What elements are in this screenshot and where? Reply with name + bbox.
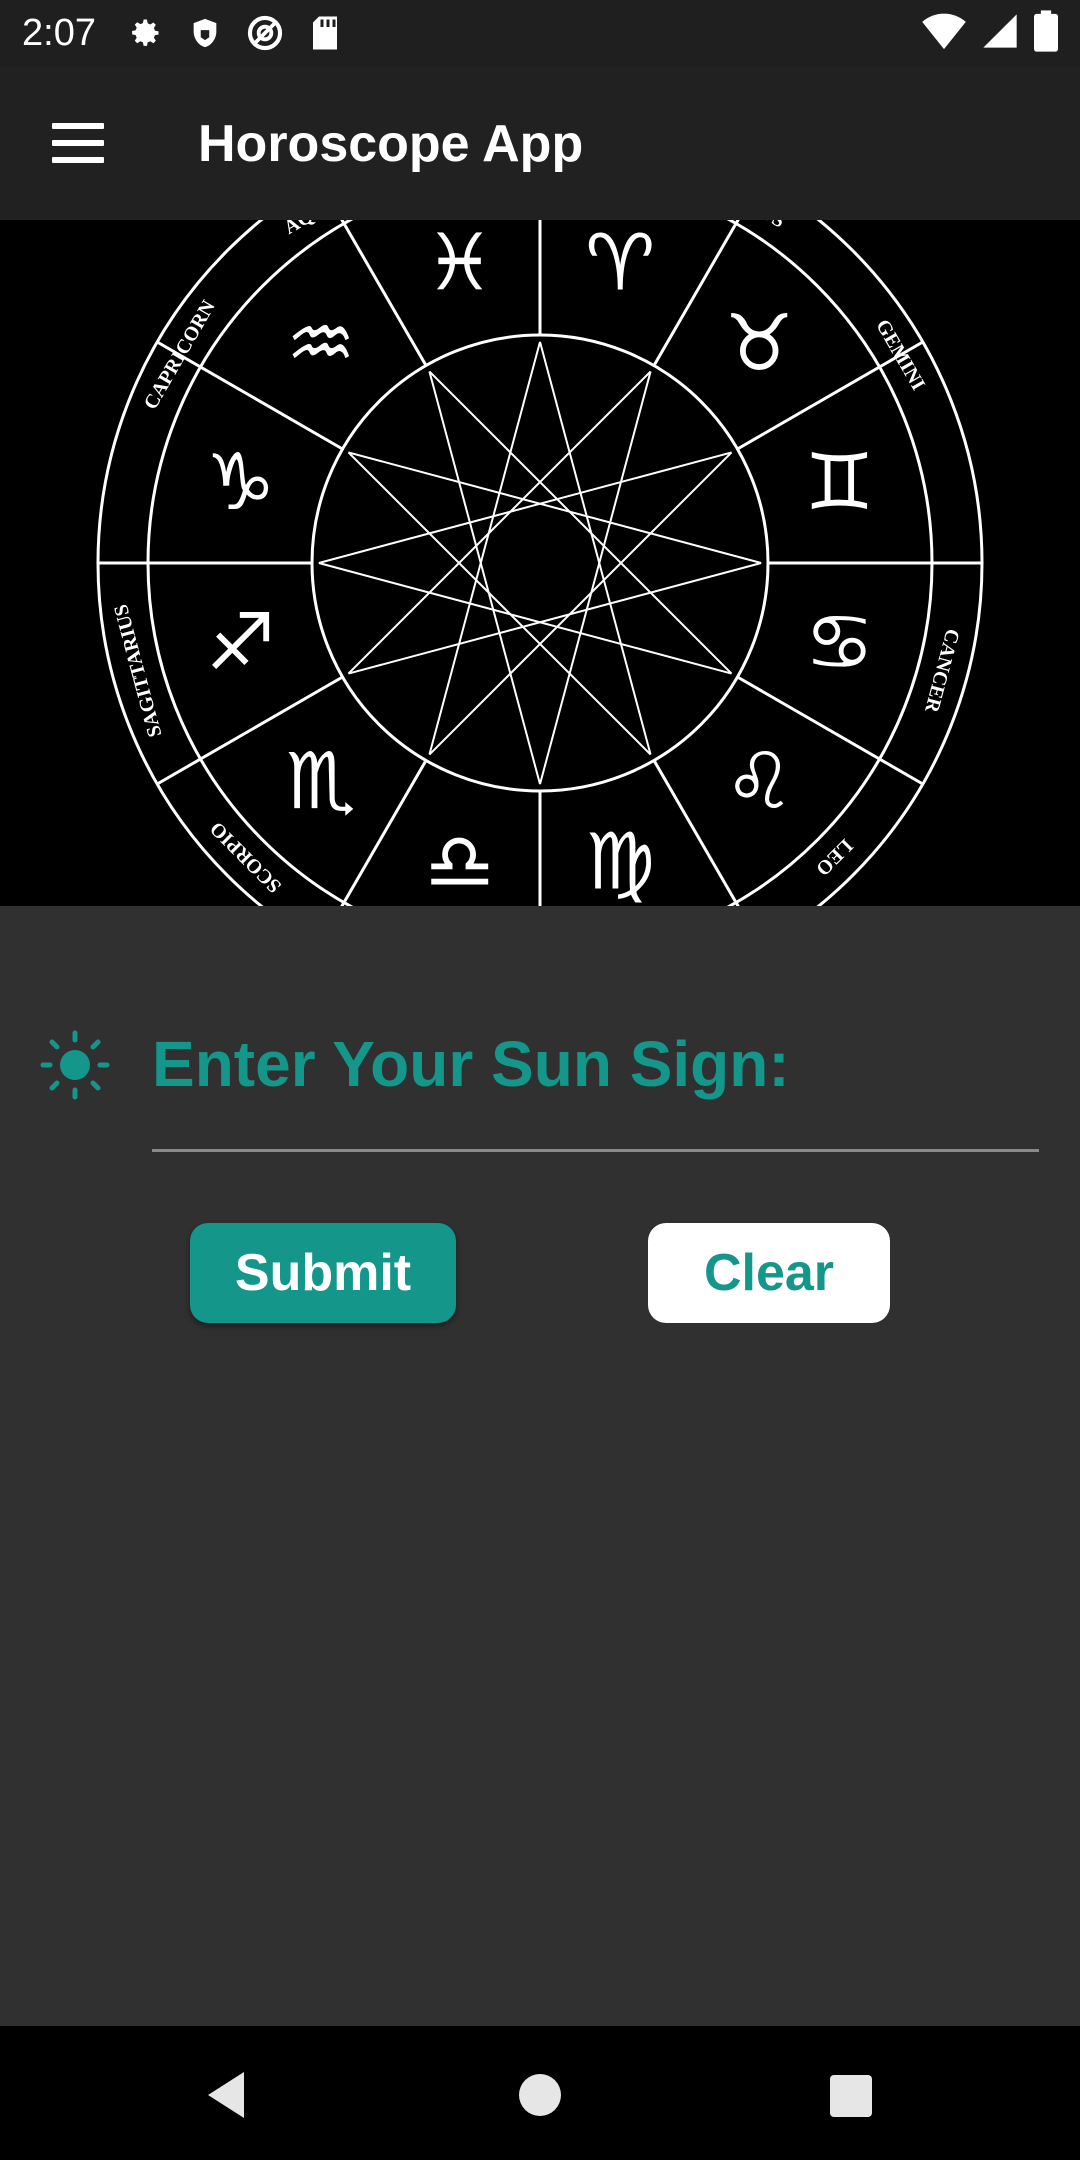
back-icon[interactable]	[204, 2070, 248, 2120]
sun-sign-field[interactable]: Enter Your Sun Sign:	[0, 1010, 1080, 1152]
svg-text:♒: ♒	[286, 299, 356, 389]
svg-text:♋: ♋	[804, 598, 874, 688]
app-bar: Horoscope App	[0, 66, 1080, 220]
status-bar: 2:07	[0, 0, 1080, 66]
zodiac-sign-name: SCORPIO	[206, 817, 286, 897]
at-sign-icon	[244, 12, 286, 54]
shield-icon	[184, 12, 226, 54]
sd-card-icon	[304, 12, 346, 54]
svg-text:♍: ♍	[585, 817, 655, 906]
svg-text:♊: ♊	[804, 438, 874, 528]
menu-icon[interactable]	[40, 118, 114, 168]
svg-text:♑: ♑	[206, 438, 276, 528]
svg-text:♈: ♈	[585, 220, 655, 309]
svg-text:♉: ♉	[724, 299, 794, 389]
clear-button[interactable]: Clear	[648, 1223, 890, 1323]
sun-sign-prompt: Enter Your Sun Sign:	[152, 1028, 790, 1100]
zodiac-sign-name: GEMINI	[871, 316, 929, 395]
gear-icon	[124, 12, 166, 54]
status-time: 2:07	[22, 12, 96, 54]
zodiac-sign-name: LEO	[811, 834, 856, 879]
svg-text:♐: ♐	[206, 598, 276, 688]
navigation-bar	[0, 2026, 1080, 2160]
status-icons-left	[124, 12, 346, 54]
home-icon[interactable]	[519, 2074, 561, 2116]
svg-text:♏: ♏	[286, 737, 356, 827]
wifi-icon	[922, 11, 966, 56]
status-icons-right	[922, 10, 1058, 57]
svg-text:♓: ♓	[425, 220, 495, 309]
sun-icon	[40, 1030, 110, 1100]
svg-text:♎: ♎	[425, 817, 495, 906]
zodiac-sign-name: CANCER	[920, 626, 964, 715]
svg-text:♌: ♌	[724, 737, 794, 827]
battery-icon	[1034, 10, 1058, 57]
app-title: Horoscope App	[198, 115, 584, 173]
signal-icon	[980, 11, 1020, 56]
submit-button[interactable]: Submit	[190, 1223, 456, 1323]
recents-icon[interactable]	[830, 2075, 872, 2117]
sun-sign-input-underline	[152, 1149, 1039, 1152]
zodiac-wheel-image: ♈♉♊♋♌♍♎♏♐♑♒♓AQUARIUSTAURUSCAPRICORNGEMIN…	[0, 220, 1080, 906]
zodiac-sign-name: SAGITTARIUS	[110, 602, 167, 739]
